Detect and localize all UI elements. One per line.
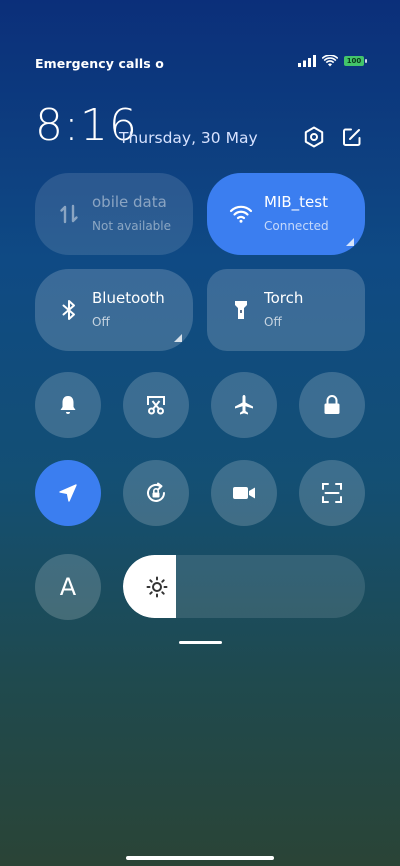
location-arrow-icon xyxy=(59,484,77,502)
status-icons: 100 xyxy=(298,55,367,67)
wifi-icon xyxy=(229,205,253,223)
edit-button[interactable] xyxy=(339,124,365,150)
settings-button[interactable] xyxy=(301,124,327,150)
screenshot-scissors-icon xyxy=(147,396,165,415)
auto-brightness-button[interactable]: A xyxy=(35,554,101,620)
lock-screen-button[interactable] xyxy=(299,372,365,438)
tile-label: Bluetooth xyxy=(92,289,165,307)
status-text: Emergency calls o xyxy=(35,56,164,71)
scan-icon xyxy=(322,483,342,503)
tile-status: Off xyxy=(264,315,282,329)
brightness-sun-icon xyxy=(146,576,168,598)
signal-icon xyxy=(298,55,316,67)
tile-status: Not available xyxy=(92,219,172,233)
tile-label: Torch xyxy=(264,289,304,307)
bell-icon xyxy=(60,396,76,414)
expand-corner-icon xyxy=(346,238,354,246)
edit-icon xyxy=(343,128,361,146)
battery-indicator: 100 xyxy=(344,56,367,66)
auto-brightness-label: A xyxy=(59,573,77,601)
brightness-slider[interactable] xyxy=(123,555,365,618)
tile-label: obile data xyxy=(92,193,167,211)
rotation-lock-icon xyxy=(147,482,165,502)
scanner-button[interactable] xyxy=(299,460,365,526)
sound-toggle-button[interactable] xyxy=(35,372,101,438)
screenshot-button[interactable] xyxy=(123,372,189,438)
rotation-lock-button[interactable] xyxy=(123,460,189,526)
airplane-icon xyxy=(235,395,253,415)
location-button[interactable] xyxy=(35,460,101,526)
mobile-data-icon xyxy=(60,204,78,224)
tile-torch[interactable]: Torch Off xyxy=(207,269,365,351)
drag-handle[interactable] xyxy=(179,641,222,644)
expand-corner-icon xyxy=(174,334,182,342)
screen-recorder-button[interactable] xyxy=(211,460,277,526)
torch-icon xyxy=(235,301,247,319)
video-camera-icon xyxy=(233,487,255,499)
tile-wifi[interactable]: MIB_test Connected xyxy=(207,173,365,255)
tile-label: MIB_test xyxy=(264,193,328,211)
airplane-mode-button[interactable] xyxy=(211,372,277,438)
tile-bluetooth[interactable]: Bluetooth Off xyxy=(35,269,193,351)
tile-status: Off xyxy=(92,315,110,329)
home-indicator[interactable] xyxy=(126,856,274,860)
tile-mobile-data[interactable]: obile data Not available xyxy=(35,173,193,255)
settings-hexagon-icon xyxy=(304,126,324,148)
tile-status: Connected xyxy=(264,219,329,233)
bluetooth-icon xyxy=(62,300,75,320)
lock-icon xyxy=(324,395,340,414)
wifi-status-icon xyxy=(322,55,338,67)
date: Thursday, 30 May xyxy=(119,129,258,147)
